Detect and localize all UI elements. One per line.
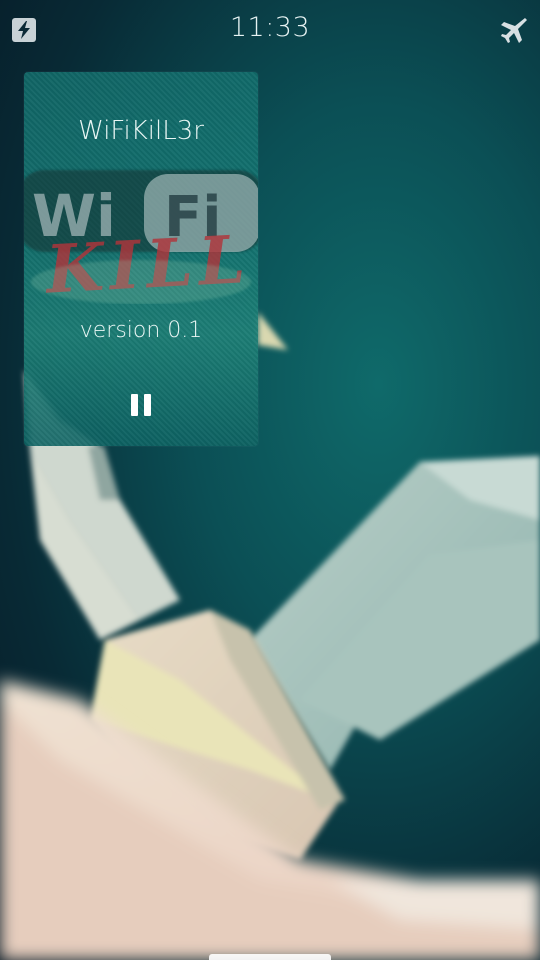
- status-clock: 11:33: [229, 12, 311, 43]
- app-cover-wifikiller[interactable]: WiFiKilL3r Wi Fi KILL version 0.1: [24, 72, 258, 446]
- wifi-kill-logo: Wi Fi KILL: [24, 170, 258, 304]
- home-handle[interactable]: [209, 954, 331, 960]
- pause-button[interactable]: [126, 388, 156, 422]
- cover-title: WiFiKilL3r: [78, 116, 204, 146]
- flight-mode-icon: [500, 16, 528, 44]
- cover-version: version 0.1: [79, 318, 203, 343]
- status-bar: 11:33: [0, 0, 540, 62]
- home-screen: 11:33 WiFiKilL3r Wi Fi KILL: [0, 0, 540, 960]
